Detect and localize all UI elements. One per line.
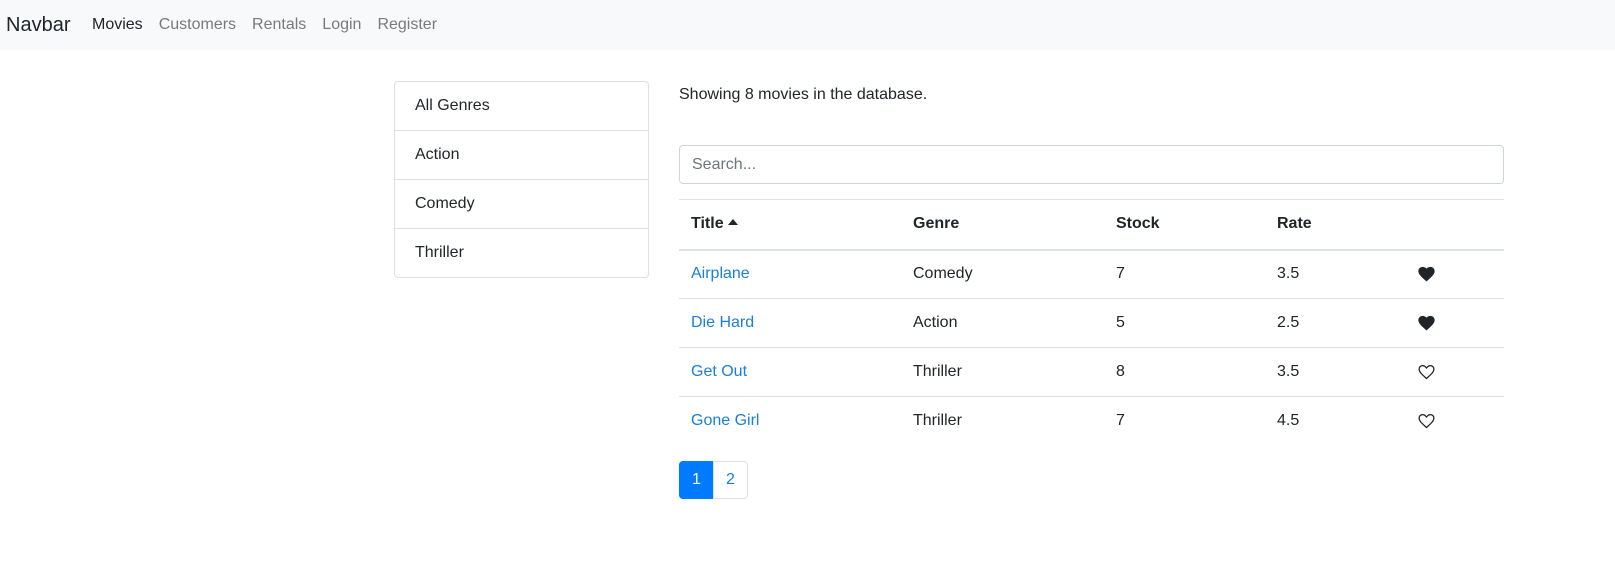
heart-outline-icon[interactable] [1418,364,1435,380]
column-header-title[interactable]: Title [679,199,901,251]
cell-genre: Comedy [901,249,1104,299]
nav-link-rentals[interactable]: Rentals [252,15,306,35]
search-input[interactable] [679,145,1504,184]
cell-genre: Thriller [901,347,1104,397]
pagination: 1 2 [679,461,748,499]
table-row: Get Out Thriller 8 3.5 [679,347,1504,397]
cell-rate: 3.5 [1265,347,1406,397]
genre-item-thriller[interactable]: Thriller [395,229,648,277]
movies-table: Title Genre Stock Rate Airplane Comedy 7… [679,199,1504,446]
genre-item-all[interactable]: All Genres [395,82,648,131]
cell-title: Gone Girl [679,396,901,446]
table-row: Airplane Comedy 7 3.5 [679,249,1504,299]
movie-title-link[interactable]: Die Hard [691,314,754,331]
cell-like [1406,249,1504,299]
table-body: Airplane Comedy 7 3.5 Die Hard Action 5 … [679,249,1504,446]
cell-like [1406,347,1504,397]
column-header-like [1406,199,1504,251]
column-header-title-label: Title [691,215,724,233]
heart-filled-icon[interactable] [1418,266,1435,282]
cell-stock: 7 [1104,249,1265,299]
table-row: Die Hard Action 5 2.5 [679,298,1504,348]
navbar-brand[interactable]: Navbar [6,12,70,38]
nav-link-customers[interactable]: Customers [159,15,236,35]
movie-title-link[interactable]: Get Out [691,363,747,380]
genre-list: All Genres Action Comedy Thriller [394,81,649,278]
genre-item-comedy[interactable]: Comedy [395,180,648,229]
page-button-1[interactable]: 1 [679,461,714,499]
table-row: Gone Girl Thriller 7 4.5 [679,396,1504,446]
cell-rate: 2.5 [1265,298,1406,348]
heart-filled-icon[interactable] [1418,315,1435,331]
cell-like [1406,396,1504,446]
navbar: Navbar Movies Customers Rentals Login Re… [0,0,1615,50]
column-header-genre[interactable]: Genre [901,199,1104,251]
nav-link-movies[interactable]: Movies [92,15,143,35]
cell-stock: 8 [1104,347,1265,397]
movie-title-link[interactable]: Gone Girl [691,412,759,429]
cell-genre: Thriller [901,396,1104,446]
column-header-rate[interactable]: Rate [1265,199,1406,251]
movie-title-link[interactable]: Airplane [691,265,750,282]
cell-like [1406,298,1504,348]
nav-links: Movies Customers Rentals Login Register [92,15,453,35]
cell-stock: 5 [1104,298,1265,348]
table-header: Title Genre Stock Rate [679,199,1504,251]
cell-genre: Action [901,298,1104,348]
nav-link-login[interactable]: Login [322,15,361,35]
cell-title: Airplane [679,249,901,299]
cell-stock: 7 [1104,396,1265,446]
cell-rate: 3.5 [1265,249,1406,299]
cell-rate: 4.5 [1265,396,1406,446]
nav-link-register[interactable]: Register [377,15,437,35]
caret-up-icon [727,219,738,226]
movie-count-text: Showing 8 movies in the database. [679,86,928,103]
cell-title: Die Hard [679,298,901,348]
column-header-stock[interactable]: Stock [1104,199,1265,251]
genre-item-action[interactable]: Action [395,131,648,180]
cell-title: Get Out [679,347,901,397]
page-button-2[interactable]: 2 [713,461,748,499]
heart-outline-icon[interactable] [1418,413,1435,429]
